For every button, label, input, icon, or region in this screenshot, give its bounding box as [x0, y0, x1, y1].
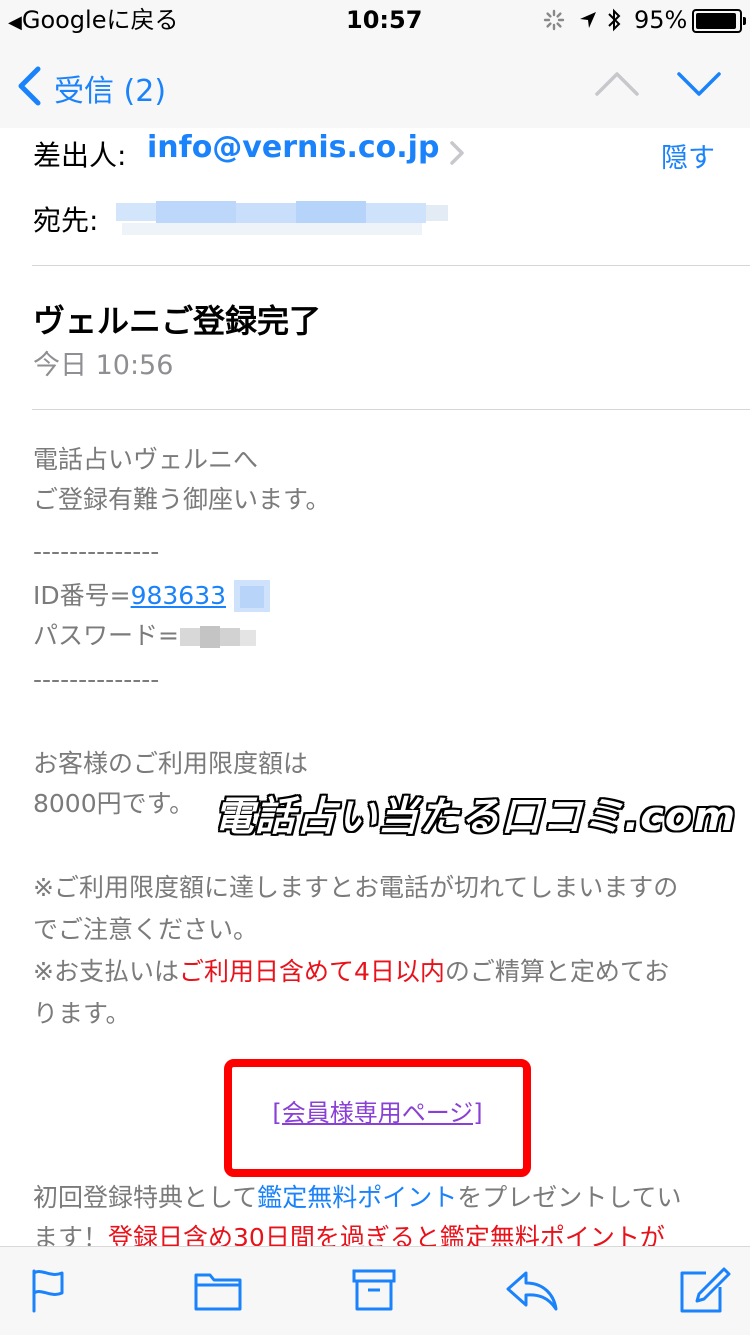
folder-icon[interactable]: [190, 1265, 246, 1315]
previous-message-button[interactable]: [594, 70, 640, 98]
next-message-button[interactable]: [676, 70, 722, 98]
note1-line-1: ※ご利用限度額に達しますとお電話が切れてしまいますの: [33, 873, 679, 902]
to-label: 宛先:: [33, 204, 99, 237]
back-to-app[interactable]: ◀Googleに戻る: [8, 6, 178, 37]
body-divider-bottom: --------------: [33, 665, 160, 694]
from-address[interactable]: info@vernis.co.jp: [147, 130, 465, 172]
reply-icon[interactable]: [504, 1265, 560, 1315]
member-page-link[interactable]: [会員様専用ページ]: [272, 1099, 482, 1127]
header-divider: [32, 265, 750, 266]
nav-bar: 受信 (2): [0, 40, 750, 128]
password-redacted: [180, 626, 256, 648]
status-time: 10:57: [346, 6, 423, 34]
body-line-2: ご登録有難う御座います。: [33, 485, 331, 514]
free-points-link[interactable]: 鑑定無料ポイント: [257, 1183, 457, 1212]
back-triangle-icon: ◀: [8, 12, 22, 33]
body-divider-top: --------------: [33, 537, 160, 566]
subject-divider: [32, 409, 750, 410]
recipient-redacted: [102, 201, 448, 237]
status-bar: ◀Googleに戻る 10:57 95%: [0, 0, 750, 40]
bottom-toolbar: [0, 1246, 750, 1335]
chevron-right-icon: [449, 140, 464, 165]
bonus-line-1: 初回登録特典として鑑定無料ポイントをプレゼントしてい: [33, 1183, 682, 1212]
id-row: ID番号=983633: [33, 576, 226, 616]
activity-spinner-icon: [543, 9, 565, 31]
id-number-link[interactable]: 983633: [131, 581, 226, 610]
battery-icon: [692, 9, 746, 33]
limit-line-2: 8000円です。: [33, 789, 195, 818]
body-line-1: 電話占いヴェルニへ: [33, 445, 259, 474]
compose-icon[interactable]: [676, 1265, 732, 1315]
note2-line-2: ります。: [33, 999, 131, 1028]
bluetooth-icon: [608, 8, 621, 32]
email-subject: ヴェルニご登録完了: [33, 302, 322, 340]
password-label: パスワード=: [33, 621, 179, 650]
payment-deadline: ご利用日含めて4日以内: [178, 957, 445, 986]
id-label: ID番号=: [33, 581, 131, 610]
email-date: 今日 10:56: [33, 350, 174, 381]
chevron-left-icon: [18, 66, 41, 106]
archive-icon[interactable]: [346, 1265, 402, 1315]
hide-details-button[interactable]: 隠す: [661, 136, 715, 175]
member-page-row: [会員様専用ページ]: [224, 1093, 531, 1128]
location-arrow-icon: [580, 12, 596, 28]
limit-line-1: お客様のご利用限度額は: [33, 749, 309, 778]
battery-percent: 95%: [634, 6, 688, 34]
back-label: 受信 (2): [54, 74, 167, 109]
note2-line-1: ※お支払いはご利用日含めて4日以内のご精算と定めてお: [33, 957, 670, 986]
flag-icon[interactable]: [20, 1265, 76, 1315]
id-redacted: [234, 580, 270, 612]
from-email: info@vernis.co.jp: [147, 130, 440, 165]
from-label: 差出人:: [33, 139, 127, 172]
note1-line-2: でご注意ください。: [33, 915, 259, 944]
site-watermark: 電話占い当たる口コミ.com: [214, 794, 737, 840]
